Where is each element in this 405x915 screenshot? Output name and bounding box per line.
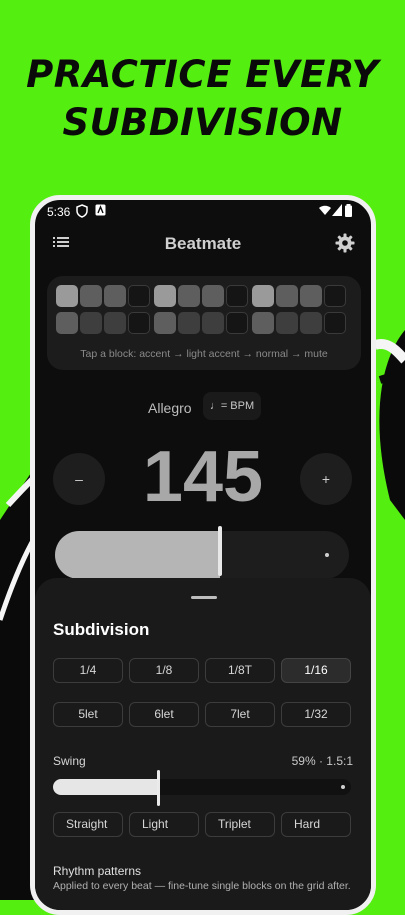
swing-label: Swing [53,754,86,768]
rhythm-patterns-subtitle: Applied to every beat — fine-tune single… [53,880,351,892]
beat-block-light[interactable] [80,285,102,307]
beat-block-mute[interactable] [324,285,346,307]
subdivision-option-thirtysecond[interactable]: 1/32 [281,702,351,727]
signal-icon [332,204,342,216]
beat-block-mute[interactable] [324,312,346,334]
swing-slider[interactable] [53,779,351,795]
swing-preset-light[interactable]: Light [129,812,199,837]
status-time: 5:36 [47,205,71,219]
subdivision-option-sextuplet[interactable]: 6let [129,702,199,727]
beat-block-light[interactable] [154,312,176,334]
swing-preset-straight[interactable]: Straight [53,812,123,837]
beat-block-light[interactable] [202,285,224,307]
sheet-drag-handle[interactable] [191,596,217,599]
increase-bpm-button[interactable]: + [300,453,352,505]
subdivision-sheet: Subdivision 1/4 1/8 1/8T 1/16 5let 6let … [35,578,371,910]
beat-block-mute[interactable] [128,285,150,307]
subdivision-option-septuplet[interactable]: 7let [205,702,275,727]
phone-frame: 5:36 Beatmate Tap a block: accent → ligh… [30,195,376,915]
swing-preset-triplet[interactable]: Triplet [205,812,275,837]
subdivision-option-quintuplet[interactable]: 5let [53,702,123,727]
sheet-title: Subdivision [53,620,150,639]
promo-headline-line2: SUBDIVISION [62,101,343,144]
beat-block-normal[interactable] [104,312,126,334]
beat-block-mute[interactable] [226,285,248,307]
beat-block-light[interactable] [276,285,298,307]
swing-slider-end-dot [341,785,345,789]
swing-slider-fill [53,779,159,795]
notification-app-icon [95,204,106,216]
status-bar: 5:36 [35,200,371,224]
beat-block-light[interactable] [104,285,126,307]
rhythm-patterns-title: Rhythm patterns [53,864,142,878]
promo-headline-line1: PRACTICE EVERY [26,53,379,96]
decrease-bpm-button[interactable]: – [53,453,105,505]
beat-block-light[interactable] [252,312,274,334]
subdivision-option-quarter[interactable]: 1/4 [53,658,123,683]
subdivision-option-eighth[interactable]: 1/8 [129,658,199,683]
beat-block-accent[interactable] [252,285,274,307]
bpm-value: 145 [142,437,264,517]
tempo-slider[interactable] [55,531,349,579]
tempo-slider-end-dot [325,553,329,557]
beat-grid-card: Tap a block: accent → light accent → nor… [47,276,361,370]
beat-block-normal[interactable] [276,312,298,334]
battery-icon [345,204,352,217]
beat-block-light[interactable] [56,312,78,334]
beat-block-light[interactable] [300,285,322,307]
beat-block-normal[interactable] [178,312,200,334]
beat-grid-hint: Tap a block: accent → light accent → nor… [80,348,328,360]
beat-block-accent[interactable] [154,285,176,307]
beat-block-mute[interactable] [128,312,150,334]
tempo-marking: Allegro [148,400,192,416]
shield-icon [76,204,88,218]
subdivision-option-eighth-triplet[interactable]: 1/8T [205,658,275,683]
tempo-slider-handle[interactable] [217,526,222,576]
app-bar: Beatmate [35,224,371,264]
tempo-slider-fill [55,531,220,579]
beat-block-normal[interactable] [202,312,224,334]
subdivision-option-sixteenth[interactable]: 1/16 [281,658,351,683]
wifi-icon [319,205,331,215]
beat-block-normal[interactable] [300,312,322,334]
gear-icon[interactable] [335,233,355,253]
beat-block-mute[interactable] [226,312,248,334]
swing-value: 59% · 1.5:1 [291,754,353,768]
swing-preset-hard[interactable]: Hard [281,812,351,837]
beat-block-accent[interactable] [56,285,78,307]
bpm-unit-chip[interactable]: ♩= BPM [203,392,261,420]
beat-block-light[interactable] [178,285,200,307]
beat-block-normal[interactable] [80,312,102,334]
app-title: Beatmate [164,234,242,253]
